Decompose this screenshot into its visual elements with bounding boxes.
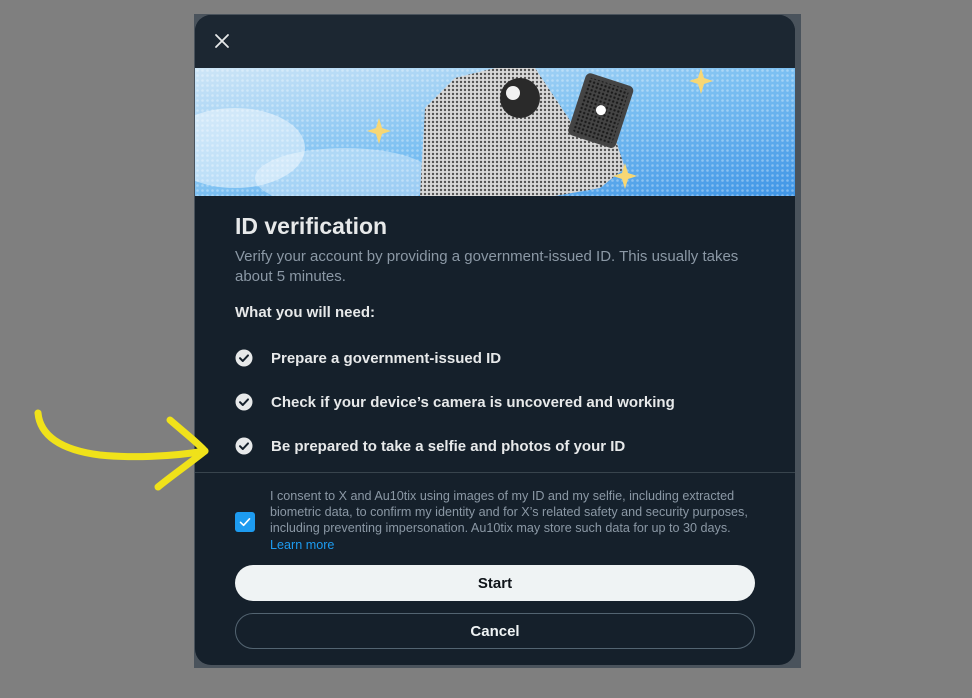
requirements-list: Prepare a government-issued ID Check if … bbox=[235, 336, 755, 468]
cancel-button[interactable]: Cancel bbox=[235, 613, 755, 649]
consent-checkbox[interactable] bbox=[235, 512, 255, 532]
requirement-label: Check if your device’s camera is uncover… bbox=[271, 393, 675, 411]
dialog-subtitle: Verify your account by providing a gover… bbox=[235, 248, 739, 285]
checkmark-icon bbox=[239, 518, 251, 527]
banner-illustration bbox=[195, 68, 795, 196]
dialog-title: ID verification bbox=[235, 213, 388, 239]
requirement-item: Prepare a government-issued ID bbox=[235, 336, 755, 380]
requirement-item: Be prepared to take a selfie and photos … bbox=[235, 424, 755, 468]
consent-text: I consent to X and Au10tix using images … bbox=[270, 488, 750, 553]
dialog-header bbox=[195, 15, 795, 68]
check-circle-icon bbox=[235, 393, 253, 411]
check-circle-icon bbox=[235, 437, 253, 455]
start-button[interactable]: Start bbox=[235, 565, 755, 601]
requirements-heading: What you will need: bbox=[235, 304, 376, 321]
requirement-item: Check if your device’s camera is uncover… bbox=[235, 380, 755, 424]
close-icon bbox=[215, 34, 229, 48]
requirement-label: Be prepared to take a selfie and photos … bbox=[271, 437, 626, 455]
check-circle-icon bbox=[235, 349, 253, 367]
learn-more-link[interactable]: Learn more bbox=[270, 538, 334, 552]
requirement-label: Prepare a government-issued ID bbox=[271, 349, 502, 367]
id-verification-dialog: ID verification Verify your account by p… bbox=[195, 15, 795, 665]
close-button[interactable] bbox=[207, 26, 237, 56]
dialog-content: ID verification Verify your account by p… bbox=[235, 211, 755, 468]
consent-row: I consent to X and Au10tix using images … bbox=[235, 488, 755, 553]
divider bbox=[195, 472, 795, 473]
consent-statement: I consent to X and Au10tix using images … bbox=[270, 489, 748, 536]
yellow-arrow-annotation bbox=[34, 409, 209, 491]
